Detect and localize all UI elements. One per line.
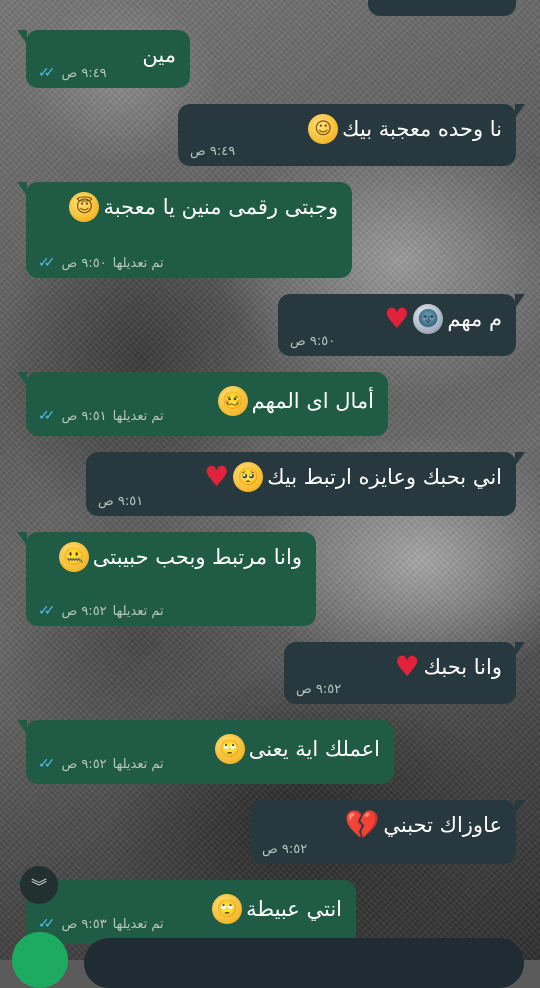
message-bubble-incoming[interactable]: وجبتى رقمى منين يا معجبة 😇 ✓✓ ٩:٥٠ ص تم … (17, 182, 352, 278)
message-bubble-incoming[interactable]: مين ✓✓ ٩:٤٩ ص (17, 30, 190, 88)
message-meta: ٩:٥٢ ص (296, 682, 341, 697)
message-bubble-outgoing[interactable]: م مهم 🌚 ♥ ٩:٥٠ ص (278, 294, 525, 356)
red-heart-icon: ♥ (394, 650, 420, 683)
red-heart-icon: ♥ (204, 460, 230, 493)
message-bubble-incoming[interactable]: وانا مرتبط وبحب حبيبتى 🤐 ✓✓ ٩:٥٢ ص تم تع… (17, 532, 316, 626)
double-check-icon: ✓✓ (38, 756, 56, 772)
edited-label: تم تعديلها (112, 408, 164, 424)
message-time: ٩:٥٠ ص (290, 334, 336, 349)
message-input[interactable] (84, 938, 524, 988)
message-text: انتي عبيطة (246, 897, 342, 921)
message-text-row: عاوزاك تحبني 💔 (264, 810, 502, 840)
message-meta: ✓✓ ٩:٤٩ ص (38, 65, 107, 81)
double-check-icon: ✓✓ (38, 916, 56, 932)
message-meta: ٩:٥١ ص (98, 494, 143, 509)
message-bubble-outgoing[interactable]: اني بحبك وعايزه ارتبط بيك 🥺 ♥ ٩:٥١ ص (86, 452, 525, 516)
message-time: ٩:٤٩ ص (190, 144, 236, 159)
message-meta: ٩:٥٢ ص (262, 842, 307, 857)
message-time: ٩:٥٣ ص (61, 916, 107, 932)
message-bubble-outgoing[interactable]: نا وحده معجبة بيك ☺ ٩:٤٩ ص (178, 104, 525, 166)
message-time: ٩:٥٢ ص (61, 756, 107, 772)
message-text-row: وانا مرتبط وبحب حبيبتى 🤐 (40, 542, 302, 572)
double-check-icon: ✓✓ (38, 65, 56, 81)
edited-label: تم تعديلها (112, 916, 164, 932)
message-text: م مهم (447, 307, 502, 331)
message-text-row: وجبتى رقمى منين يا معجبة 😇 (40, 192, 338, 222)
message-time: ٩:٤٩ ص (61, 65, 107, 81)
message-text-row: أمال اى المهم 🥴 (217, 386, 374, 416)
message-time: ٩:٥٢ ص (262, 842, 308, 857)
broken-heart-icon: 💔 (344, 808, 380, 841)
edited-label: تم تعديلها (112, 255, 164, 271)
message-text: وانا بحبك (423, 655, 502, 679)
message-meta: ✓✓ ٩:٥٢ ص تم تعديلها (38, 756, 164, 772)
message-text: وانا مرتبط وبحب حبيبتى (92, 545, 302, 569)
message-bubble-incoming[interactable]: اعملك اية يعنى 🙄 ✓✓ ٩:٥٢ ص تم تعديلها (17, 720, 394, 784)
message-text: نا وحده معجبة بيك (342, 117, 502, 141)
message-text: أمال اى المهم (251, 389, 374, 413)
moon-face-icon: 🌚 (413, 304, 444, 334)
message-meta: ٩:٥٠ ص (290, 334, 335, 349)
message-meta: ✓✓ ٩:٥١ ص تم تعديلها (38, 408, 164, 424)
double-check-icon: ✓✓ (38, 408, 56, 424)
message-time: ٩:٥٢ ص (296, 682, 342, 697)
edited-label: تم تعديلها (112, 603, 164, 619)
message-text-row: نا وحده معجبة بيك ☺ (192, 114, 502, 144)
message-text: مين (142, 43, 176, 67)
zipper-mouth-face-icon: 🤐 (58, 542, 89, 572)
red-heart-icon: ♥ (384, 302, 410, 335)
message-bubble-outgoing[interactable]: وانا بحبك ♥ ٩:٥٢ ص (284, 642, 525, 704)
message-meta: ٩:٤٩ ص (190, 144, 235, 159)
message-text: عاوزاك تحبني (383, 813, 502, 837)
message-bubble-incoming[interactable]: أمال اى المهم 🥴 ✓✓ ٩:٥١ ص تم تعديلها (17, 372, 388, 436)
smiling-face-icon: ☺ (308, 114, 339, 144)
message-meta: ✓✓ ٩:٥٣ ص تم تعديلها (38, 916, 164, 932)
message-text: اني بحبك وعايزه ارتبط بيك (267, 465, 502, 489)
message-time: ٩:٥٢ ص (61, 603, 107, 619)
message-meta: ✓✓ ٩:٥٢ ص تم تعديلها (38, 603, 164, 619)
message-text-row: اعملك اية يعنى 🙄 (214, 734, 380, 764)
chevrons-down-icon[interactable]: ︾ (20, 866, 58, 904)
eye-roll-face-icon: 🙄 (214, 734, 245, 764)
message-bubble-incoming[interactable]: انتي عبيطة 🙄 ✓✓ ٩:٥٣ ص تم تعديلها (17, 880, 356, 944)
message-bubble-outgoing[interactable]: عاوزاك تحبني 💔 ٩:٥٢ ص (250, 800, 525, 864)
message-text-row: اني بحبك وعايزه ارتبط بيك 🥺 ♥ (100, 462, 502, 492)
double-check-icon: ✓✓ (38, 603, 56, 619)
eye-roll-face-icon: 🙄 (212, 894, 243, 924)
message-meta: ✓✓ ٩:٥٠ ص تم تعديلها (38, 255, 164, 271)
message-text: وجبتى رقمى منين يا معجبة (103, 195, 338, 219)
message-text-row: م مهم 🌚 ♥ (292, 304, 502, 334)
camera-button[interactable] (12, 932, 68, 988)
message-time: ٩:٥٠ ص (61, 255, 107, 271)
double-check-icon: ✓✓ (38, 255, 56, 271)
edited-label: تم تعديلها (112, 756, 164, 772)
angel-face-icon: 😇 (69, 192, 100, 222)
message-text-row: انتي عبيطة 🙄 (212, 894, 342, 924)
woozy-face-icon: 🥴 (217, 386, 248, 416)
message-time: ٩:٥١ ص (61, 408, 107, 424)
message-text: اعملك اية يعنى (248, 737, 380, 761)
message-time: ٩:٥١ ص (98, 494, 144, 509)
message-text-row: وانا بحبك ♥ (298, 652, 502, 682)
pleading-face-icon: 🥺 (233, 462, 264, 492)
previous-message-bubble (368, 0, 516, 16)
